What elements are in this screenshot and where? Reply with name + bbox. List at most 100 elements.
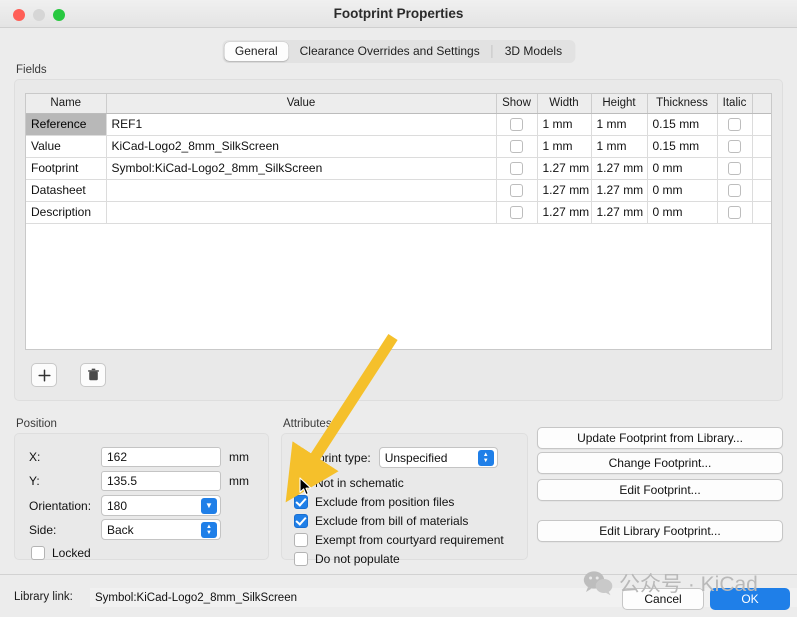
ok-button[interactable]: OK — [710, 588, 790, 610]
attribute-checkbox-row[interactable]: Exclude from position files — [294, 495, 454, 509]
field-name-cell[interactable]: Datasheet — [26, 179, 107, 202]
field-name-cell[interactable]: Footprint — [26, 157, 107, 180]
attribute-checkbox[interactable] — [294, 495, 308, 509]
attribute-checkbox[interactable] — [294, 476, 308, 490]
column-header-italic[interactable]: Italic — [717, 94, 753, 114]
field-thickness-cell[interactable]: 0.15 mm — [647, 135, 718, 158]
tab-3d-models[interactable]: 3D Models — [494, 42, 573, 61]
field-name-cell[interactable]: Reference — [26, 113, 107, 136]
side-combobox[interactable]: Back ▲ ▼ — [101, 519, 221, 540]
table-row[interactable]: Reference REF1 1 mm 1 mm 0.15 mm — [26, 113, 771, 136]
chevron-up-down-icon[interactable]: ▲ ▼ — [201, 522, 217, 538]
field-name-cell[interactable]: Value — [26, 135, 107, 158]
show-checkbox[interactable] — [510, 206, 523, 220]
field-height-cell[interactable]: 1 mm — [591, 113, 648, 136]
field-show-cell[interactable] — [496, 179, 538, 202]
tab-general[interactable]: General — [223, 42, 289, 61]
chevron-up-down-icon[interactable]: ▲ ▼ — [477, 450, 494, 466]
field-name-cell[interactable]: Description — [26, 201, 107, 224]
field-thickness-cell[interactable]: 0 mm — [647, 201, 718, 224]
field-italic-cell[interactable] — [717, 179, 753, 202]
field-height-cell[interactable]: 1.27 mm — [591, 157, 648, 180]
field-show-cell[interactable] — [496, 113, 538, 136]
field-height-cell[interactable]: 1.27 mm — [591, 179, 648, 202]
field-value-cell[interactable] — [106, 201, 497, 224]
field-value-cell[interactable] — [106, 179, 497, 202]
fields-group: Fields Name Value Show Width Height Thic… — [14, 64, 783, 404]
column-header-show[interactable]: Show — [496, 94, 538, 114]
show-checkbox[interactable] — [510, 184, 523, 198]
italic-checkbox[interactable] — [728, 162, 741, 176]
show-checkbox[interactable] — [510, 140, 523, 154]
cancel-button[interactable]: Cancel — [622, 588, 704, 610]
field-height-cell[interactable]: 1 mm — [591, 135, 648, 158]
attribute-checkbox-row[interactable]: Not in schematic — [294, 476, 404, 490]
show-checkbox[interactable] — [510, 118, 523, 132]
field-thickness-cell[interactable]: 0 mm — [647, 157, 718, 180]
field-width-cell[interactable]: 1 mm — [537, 135, 592, 158]
italic-checkbox[interactable] — [728, 184, 741, 198]
field-height-cell[interactable]: 1.27 mm — [591, 201, 648, 224]
attribute-checkbox-row[interactable]: Exclude from bill of materials — [294, 514, 468, 528]
locked-checkbox[interactable] — [31, 546, 45, 560]
column-header-thickness[interactable]: Thickness — [647, 94, 718, 114]
action-button-1[interactable]: Update Footprint from Library... — [537, 427, 783, 449]
attribute-checkbox[interactable] — [294, 514, 308, 528]
footer-divider — [0, 574, 797, 575]
chevron-down-icon[interactable]: ▼ — [201, 498, 217, 514]
table-row[interactable]: Value KiCad-Logo2_8mm_SilkScreen 1 mm 1 mm 0… — [26, 135, 771, 158]
column-header-height[interactable]: Height — [591, 94, 648, 114]
fields-group-box: Name Value Show Width Height Thickness I… — [14, 79, 783, 401]
field-value-cell[interactable]: Symbol:KiCad-Logo2_8mm_SilkScreen — [106, 157, 497, 180]
attribute-checkbox[interactable] — [294, 533, 308, 547]
locked-checkbox-row[interactable]: Locked — [31, 546, 91, 560]
field-show-cell[interactable] — [496, 135, 538, 158]
add-field-button[interactable] — [31, 363, 57, 387]
italic-checkbox[interactable] — [728, 118, 741, 132]
field-spacer-cell — [752, 157, 771, 180]
field-thickness-cell[interactable]: 0.15 mm — [647, 113, 718, 136]
delete-field-button[interactable] — [80, 363, 106, 387]
action-button-4[interactable]: Edit Library Footprint... — [537, 520, 783, 542]
italic-checkbox[interactable] — [728, 206, 741, 220]
table-row[interactable]: Footprint Symbol:KiCad-Logo2_8mm_SilkScre… — [26, 157, 771, 180]
action-button-2[interactable]: Change Footprint... — [537, 452, 783, 474]
field-value-cell[interactable]: KiCad-Logo2_8mm_SilkScreen — [106, 135, 497, 158]
y-input[interactable]: 135.5 — [101, 471, 221, 491]
column-header-value[interactable]: Value — [106, 94, 497, 114]
show-checkbox[interactable] — [510, 162, 523, 176]
plus-icon — [37, 368, 51, 382]
field-italic-cell[interactable] — [717, 135, 753, 158]
x-input[interactable]: 162 — [101, 447, 221, 467]
action-button-3[interactable]: Edit Footprint... — [537, 479, 783, 501]
field-show-cell[interactable] — [496, 201, 538, 224]
attribute-checkbox[interactable] — [294, 552, 308, 566]
table-row[interactable]: Description 1.27 mm 1.27 mm 0 mm — [26, 201, 771, 224]
column-header-width[interactable]: Width — [537, 94, 592, 114]
attribute-checkbox-label: Exclude from bill of materials — [315, 514, 469, 528]
attribute-checkbox-row[interactable]: Exempt from courtyard requirement — [294, 533, 504, 547]
table-row[interactable]: Datasheet 1.27 mm 1.27 mm 0 mm — [26, 179, 771, 202]
footprint-type-value: Unspecified — [384, 450, 448, 465]
attribute-checkbox-label: Not in schematic — [315, 476, 404, 490]
field-show-cell[interactable] — [496, 157, 538, 180]
field-italic-cell[interactable] — [717, 157, 753, 180]
field-spacer-cell — [752, 201, 771, 224]
footprint-type-combobox[interactable]: Unspecified ▲ ▼ — [378, 447, 498, 468]
field-width-cell[interactable]: 1.27 mm — [537, 201, 592, 224]
attributes-group-box: Footprint type: Unspecified ▲ ▼ Not in sc… — [281, 433, 528, 566]
orientation-label: Orientation: — [29, 498, 92, 513]
italic-checkbox[interactable] — [728, 140, 741, 154]
field-thickness-cell[interactable]: 0 mm — [647, 179, 718, 202]
tab-clearance-overrides[interactable]: Clearance Overrides and Settings — [289, 42, 491, 61]
fields-table-container[interactable]: Name Value Show Width Height Thickness I… — [25, 93, 772, 350]
field-value-cell[interactable]: REF1 — [106, 113, 497, 136]
field-italic-cell[interactable] — [717, 113, 753, 136]
column-header-name[interactable]: Name — [26, 94, 107, 114]
attribute-checkbox-row[interactable]: Do not populate — [294, 552, 400, 566]
field-width-cell[interactable]: 1 mm — [537, 113, 592, 136]
field-width-cell[interactable]: 1.27 mm — [537, 179, 592, 202]
field-italic-cell[interactable] — [717, 201, 753, 224]
orientation-combobox[interactable]: 180 ▼ — [101, 495, 221, 516]
field-width-cell[interactable]: 1.27 mm — [537, 157, 592, 180]
